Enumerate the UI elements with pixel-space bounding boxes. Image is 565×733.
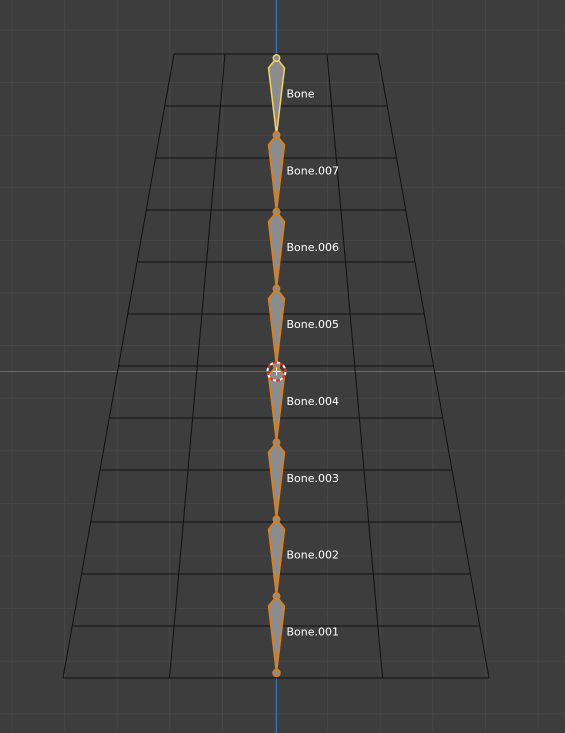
bone-head[interactable] [272,54,281,62]
bone-label: Bone.007 [287,164,340,177]
bone-bone-006[interactable]: Bone.006 [267,207,340,289]
bone-label: Bone.003 [287,472,340,485]
3d-viewport[interactable]: Bone Bone.007 Bone.006 Bone.005 Bone.004 Bone… [0,0,565,733]
bone-label: Bone.006 [287,241,340,254]
bone-bone-005[interactable]: Bone.005 [267,284,340,366]
bone-bone-004[interactable]: Bone.004 [267,361,340,443]
bone-head[interactable] [272,207,281,216]
bone-label: Bone [287,87,315,100]
bone-shape[interactable] [267,133,286,212]
bone-bone-007[interactable]: Bone.007 [267,130,340,212]
bone-head[interactable] [272,592,281,601]
bone-shape[interactable] [267,287,286,366]
bone-tail[interactable] [272,668,281,678]
bone-shape[interactable] [267,56,286,135]
bone-head[interactable] [272,284,281,293]
bone-label: Bone.005 [287,318,340,331]
bone-head[interactable] [272,130,281,139]
bone-bone[interactable]: Bone [267,54,315,135]
bone-head[interactable] [272,438,281,447]
bone-shape[interactable] [267,210,286,289]
bone-label: Bone.004 [287,395,340,408]
bone-label: Bone.001 [287,626,340,639]
bone-head[interactable] [272,515,281,524]
viewport-canvas[interactable]: Bone Bone.007 Bone.006 Bone.005 Bone.004 Bone… [0,0,565,733]
bone-shape[interactable] [267,518,286,597]
bone-bone-002[interactable]: Bone.002 [267,515,340,597]
bone-shape[interactable] [267,441,286,520]
bone-shape[interactable] [267,364,286,443]
bone-label: Bone.002 [287,549,340,562]
